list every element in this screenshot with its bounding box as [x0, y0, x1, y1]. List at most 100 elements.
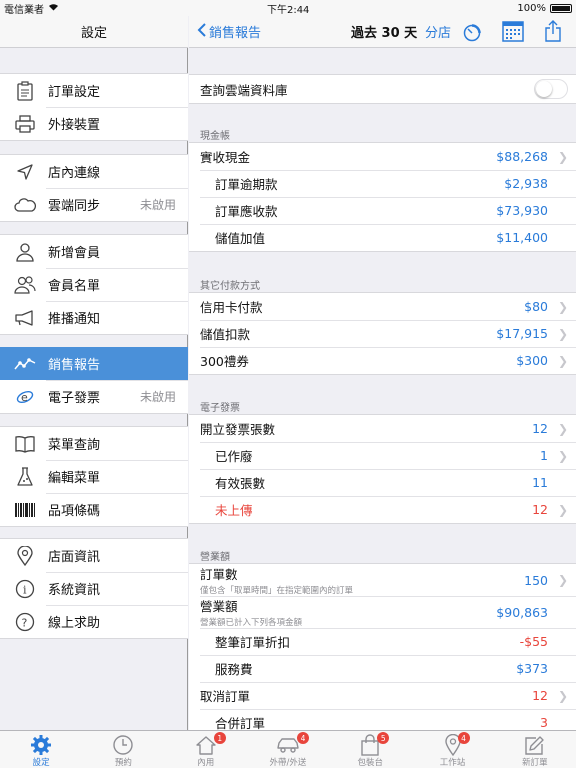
- row-label: 未上傳: [215, 503, 253, 518]
- compose-icon: [524, 734, 546, 756]
- page-title: 過去 30 天: [351, 26, 418, 41]
- chart-line-icon: [14, 353, 36, 375]
- timer-icon[interactable]: [462, 22, 482, 46]
- einvoice-section: 開立發票張數 12 ❯ 已作廢 1 ❯ 有效張數 11 ❯ 未上傳 12 ❯: [189, 414, 576, 524]
- menu-item-item-barcode[interactable]: 品項條碼: [0, 493, 188, 526]
- menu-item-label: 外接裝置: [48, 118, 101, 133]
- tab-settings[interactable]: 設定: [0, 731, 82, 768]
- menu-item-menu-lookup[interactable]: 菜單查詢: [0, 427, 188, 460]
- e-invoice-icon: e: [14, 386, 36, 408]
- menu-item-member-list[interactable]: 會員名單: [0, 268, 188, 301]
- house-icon: 1: [195, 732, 226, 756]
- menu-item-status: 未啟用: [139, 390, 176, 404]
- row-label: 訂單數: [200, 567, 238, 582]
- info-icon: i: [14, 578, 36, 600]
- menu-group-sync: 店內連線 雲端同步 未啟用: [0, 154, 188, 222]
- back-button[interactable]: 銷售報告: [197, 22, 261, 41]
- menu-item-label: 推播通知: [48, 312, 101, 327]
- menu-item-status: 未啟用: [139, 198, 176, 212]
- menu-item-label: 店內連線: [48, 166, 101, 181]
- tab-badge: 4: [457, 732, 470, 744]
- report-row-stored-deduct[interactable]: 儲值扣款 $17,915 ❯: [189, 320, 576, 347]
- svg-text:i: i: [23, 583, 27, 596]
- menu-item-label: 銷售報告: [48, 358, 101, 373]
- row-label: 整筆訂單折扣: [215, 635, 291, 650]
- chevron-right-icon: ❯: [557, 149, 568, 164]
- car-icon: 4: [276, 732, 309, 756]
- tab-reservation[interactable]: 預約: [82, 731, 164, 768]
- wifi-icon: [48, 3, 59, 14]
- cloud-query-section: 查詢雲端資料庫: [189, 74, 576, 104]
- tab-badge: 5: [377, 732, 390, 744]
- tab-new-order[interactable]: 新訂單: [494, 731, 576, 768]
- report-row-not-uploaded[interactable]: 未上傳 12 ❯: [189, 496, 576, 523]
- report-row-credit-card[interactable]: 信用卡付款 $80 ❯: [189, 293, 576, 320]
- report-row-stored-value: 儲值加值 $11,400 ❯: [189, 224, 576, 251]
- menu-item-store-info[interactable]: 店面資訊: [0, 539, 188, 572]
- menu-item-order-settings[interactable]: 訂單設定: [0, 74, 188, 107]
- report-row-invoices-issued[interactable]: 開立發票張數 12 ❯: [189, 415, 576, 442]
- menu-item-e-invoice[interactable]: e 電子發票 未啟用: [0, 380, 188, 413]
- chevron-right-icon: ❯: [557, 448, 568, 463]
- cloud-query-toggle[interactable]: [534, 79, 568, 99]
- row-label: 實收現金: [200, 150, 251, 165]
- row-value: 1: [540, 448, 548, 463]
- menu-item-store-connect[interactable]: 店內連線: [0, 155, 188, 188]
- menu-item-cloud-sync[interactable]: 雲端同步 未啟用: [0, 188, 188, 221]
- row-value: $17,915: [496, 326, 548, 341]
- tab-workstation[interactable]: 4 工作站: [411, 731, 493, 768]
- tab-packing[interactable]: 5 包裝台: [329, 731, 411, 768]
- tab-label: 內用: [197, 758, 215, 768]
- person-icon: [14, 241, 36, 263]
- section-header-revenue: 營業額: [200, 552, 230, 563]
- tab-label: 設定: [32, 758, 50, 768]
- report-row-voucher[interactable]: 300禮券 $300 ❯: [189, 347, 576, 374]
- menu-item-system-info[interactable]: i 系統資訊: [0, 572, 188, 605]
- report-row-revenue: 營業額 營業額已計入下列各項金額 $90,863 ❯: [189, 596, 576, 628]
- tab-bar: 設定 預約 1 內用 4 外帶/外送 5 包裝台 4 工作站 新訂單: [0, 730, 576, 768]
- menu-item-online-help[interactable]: ? 線上求助: [0, 605, 188, 638]
- tab-label: 新訂單: [522, 758, 548, 768]
- tab-dine-in[interactable]: 1 內用: [165, 731, 247, 768]
- menu-item-label: 線上求助: [48, 616, 101, 631]
- menu-item-label: 電子發票: [48, 391, 101, 406]
- sidebar-title: 設定: [0, 16, 188, 48]
- share-icon[interactable]: [544, 20, 562, 46]
- report-row-order-count[interactable]: 訂單數 僅包含「取單時間」在指定範圍內的訂單 150 ❯: [189, 564, 576, 596]
- carrier-label: 電信業者: [4, 4, 44, 16]
- flask-icon: [14, 466, 36, 488]
- people-icon: [14, 274, 36, 296]
- menu-item-push-notify[interactable]: 推播通知: [0, 301, 188, 334]
- battery-percent: 100%: [517, 2, 546, 14]
- other-payment-section: 信用卡付款 $80 ❯ 儲值扣款 $17,915 ❯ 300禮券 $300 ❯: [189, 292, 576, 375]
- menu-group-reports: 銷售報告 e 電子發票 未啟用: [0, 347, 188, 414]
- menu-item-add-member[interactable]: 新增會員: [0, 235, 188, 268]
- map-pin-icon: [14, 545, 36, 567]
- menu-item-edit-menu[interactable]: 編輯菜單: [0, 460, 188, 493]
- help-icon: ?: [14, 611, 36, 633]
- menu-item-label: 訂單設定: [48, 85, 101, 100]
- report-row-cash-received[interactable]: 實收現金 $88,268 ❯: [189, 143, 576, 170]
- battery-icon: [550, 3, 572, 13]
- report-row-cancelled[interactable]: 取消訂單 12 ❯: [189, 682, 576, 709]
- row-value: 3: [540, 715, 548, 730]
- pin-icon: 4: [444, 732, 470, 756]
- chevron-right-icon: ❯: [557, 502, 568, 517]
- calendar-icon[interactable]: [502, 20, 524, 46]
- branch-button[interactable]: 分店: [425, 22, 451, 41]
- cloud-query-label: 查詢雲端資料庫: [200, 82, 288, 98]
- menu-item-label: 系統資訊: [48, 583, 101, 598]
- svg-text:?: ?: [22, 616, 28, 629]
- row-value: $2,938: [504, 176, 548, 191]
- row-label: 已作廢: [215, 449, 253, 464]
- gear-icon: [30, 734, 52, 756]
- tab-takeout-delivery[interactable]: 4 外帶/外送: [247, 731, 329, 768]
- menu-item-external-devices[interactable]: 外接裝置: [0, 107, 188, 140]
- row-note: 僅包含「取單時間」在指定範圍內的訂單: [200, 586, 354, 596]
- chevron-right-icon: ❯: [557, 353, 568, 368]
- report-row-overdue: 訂單逾期款 $2,938 ❯: [189, 170, 576, 197]
- report-row-voided[interactable]: 已作廢 1 ❯: [189, 442, 576, 469]
- tab-label: 工作站: [439, 758, 466, 768]
- menu-item-sales-report[interactable]: 銷售報告: [0, 347, 188, 380]
- clock-icon: [112, 734, 134, 756]
